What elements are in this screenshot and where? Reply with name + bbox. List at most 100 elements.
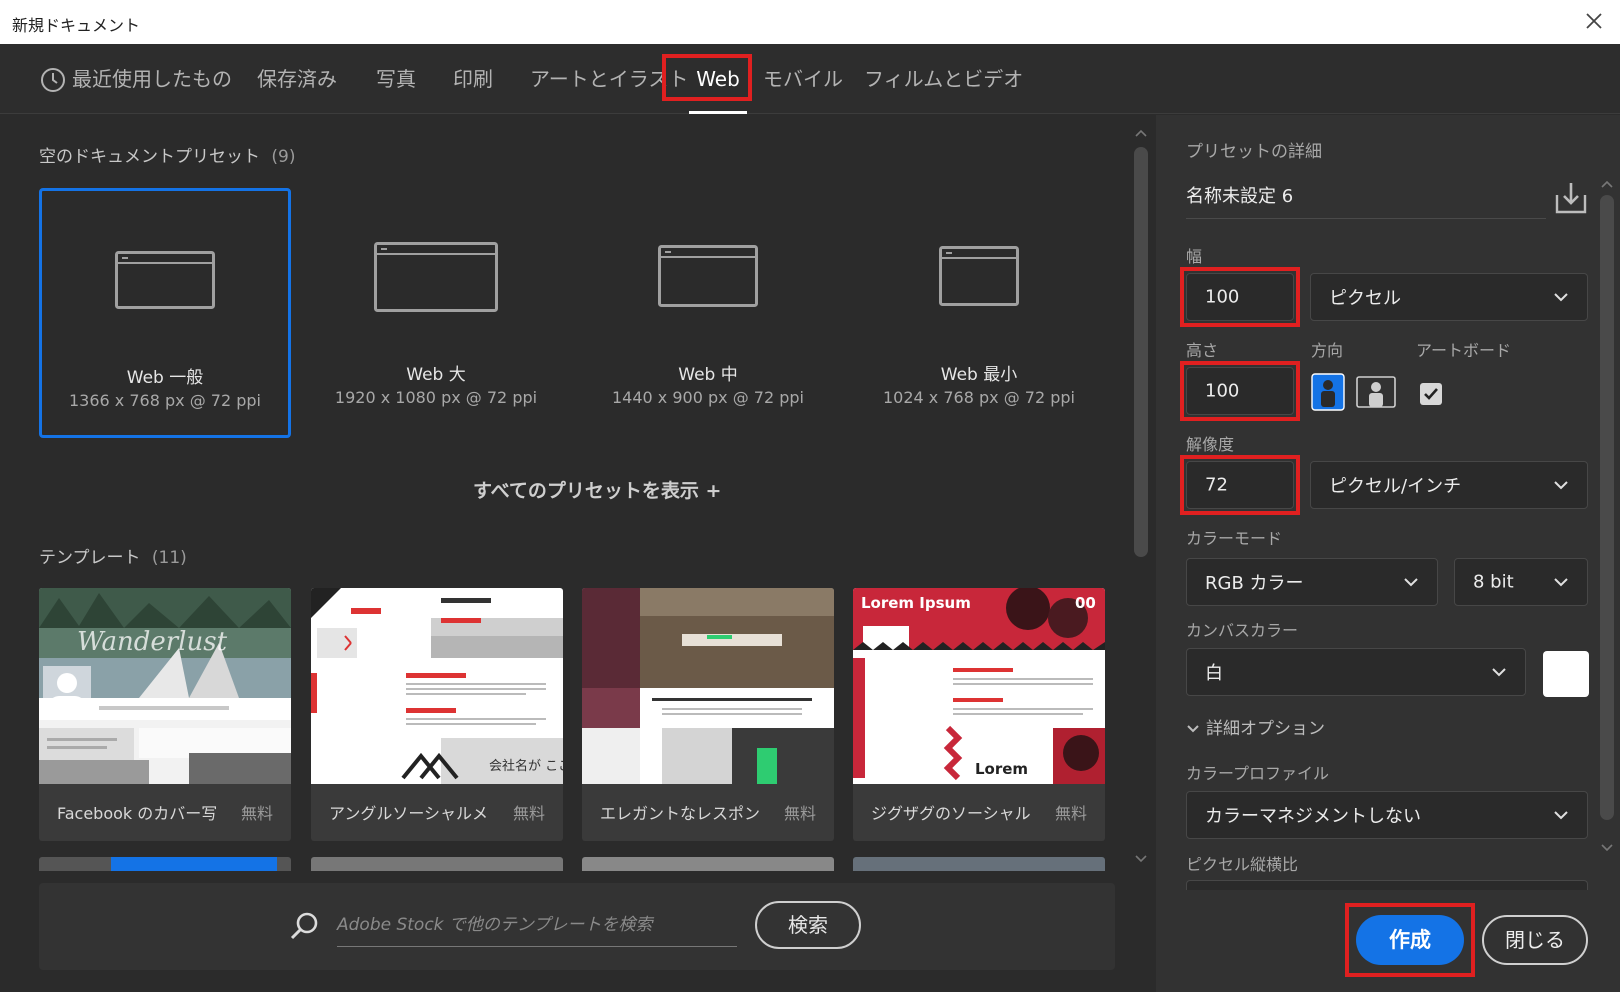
canvas-color-select[interactable]: 白 (1186, 648, 1526, 696)
width-value: 100 (1205, 286, 1240, 308)
pixel-aspect-select-partial[interactable] (1186, 880, 1588, 890)
advanced-options-toggle[interactable]: 詳細オプション (1186, 714, 1325, 739)
width-label: 幅 (1186, 247, 1203, 266)
details-heading: プリセットの詳細 (1186, 142, 1322, 162)
close-button[interactable]: 閉じる (1482, 915, 1588, 965)
color-profile-value: カラーマネジメントしない (1205, 806, 1421, 827)
bit-depth-value: 8 bit (1473, 571, 1514, 593)
template-thumbnail: 会社名が ここに (311, 588, 563, 784)
preset-web-small[interactable]: Web 最小 1024 x 768 px @ 72 ppi (853, 188, 1105, 438)
chevron-down-icon (1554, 481, 1568, 490)
chevron-down-icon (1554, 293, 1568, 302)
show-all-presets-link[interactable]: すべてのプリセットを表示 + (473, 476, 721, 503)
window-title: 新規ドキュメント (12, 16, 141, 35)
color-mode-select[interactable]: RGB カラー (1186, 558, 1438, 606)
template-thumbnail: Lorem Ipsum 00 Lorem (853, 588, 1105, 784)
scrollbar-thumb[interactable] (1134, 147, 1148, 557)
template-card-facebook[interactable]: Wanderlust Facebook のカバー写... 無料 (39, 588, 291, 841)
template-card-partial[interactable] (582, 857, 834, 871)
resolution-input[interactable]: 72 (1186, 461, 1294, 509)
preset-name: Web 中 (678, 365, 738, 385)
landscape-orientation-icon[interactable] (1356, 373, 1396, 411)
preset-dims: 1366 x 768 px @ 72 ppi (69, 391, 261, 410)
canvas-color-swatch[interactable] (1543, 651, 1589, 697)
tab-photo[interactable]: 写真 (376, 44, 416, 114)
search-icon (290, 912, 318, 940)
create-button[interactable]: 作成 (1356, 915, 1464, 965)
close-icon[interactable] (1578, 5, 1610, 37)
template-card-zigzag-social[interactable]: Lorem Ipsum 00 Lorem ジグザグのソーシャルメ... 無料 (853, 588, 1105, 841)
height-value: 100 (1205, 380, 1240, 402)
color-profile-select[interactable]: カラーマネジメントしない (1186, 791, 1588, 839)
document-icon (374, 242, 498, 312)
document-name-field[interactable]: 名称未設定 6 (1186, 175, 1546, 219)
artboard-label: アートボード (1416, 341, 1512, 360)
chevron-down-icon (1492, 668, 1506, 677)
template-price: 無料 (1054, 804, 1087, 823)
scroll-up-icon[interactable] (1131, 125, 1151, 141)
stock-search-input[interactable]: Adobe Stock で他のテンプレートを検索 (337, 909, 737, 947)
chevron-down-icon (1404, 578, 1418, 587)
width-input[interactable]: 100 (1186, 273, 1294, 321)
template-price: 無料 (783, 804, 816, 823)
template-card-partial[interactable] (853, 857, 1105, 871)
preset-dims: 1024 x 768 px @ 72 ppi (883, 388, 1075, 407)
scrollbar-thumb[interactable] (1600, 195, 1614, 820)
left-scrollbar[interactable] (1131, 123, 1151, 872)
template-card-partial[interactable] (311, 857, 563, 871)
artboard-checkbox[interactable] (1420, 383, 1442, 405)
right-scrollbar[interactable] (1598, 177, 1616, 857)
resolution-unit-select[interactable]: ピクセル/インチ (1310, 461, 1588, 509)
search-button[interactable]: 検索 (755, 901, 861, 949)
template-name: エレガントなレスポンシ... (600, 804, 760, 823)
orientation-label: 方向 (1311, 341, 1344, 360)
category-tabs: 最近使用したもの 保存済み 写真 印刷 アートとイラスト Web モバイル フィ… (0, 44, 1620, 114)
clock-icon (41, 68, 65, 92)
portrait-orientation-icon[interactable] (1311, 373, 1345, 411)
svg-text:Lorem: Lorem (975, 760, 1028, 778)
preset-dims: 1920 x 1080 px @ 72 ppi (334, 388, 538, 407)
resolution-value: 72 (1205, 474, 1228, 496)
tab-recent[interactable]: 最近使用したもの (72, 44, 232, 114)
preset-name: Web 一般 (126, 368, 204, 388)
resolution-unit-value: ピクセル/インチ (1329, 476, 1462, 497)
template-card-elegant-responsive[interactable]: エレガントなレスポンシ... 無料 (582, 588, 834, 841)
templates-heading-label: テンプレート (39, 548, 141, 568)
preset-web-general[interactable]: Web 一般 1366 x 768 px @ 72 ppi (39, 188, 291, 438)
thumb-text: 会社名が ここに (489, 758, 563, 774)
scroll-down-icon[interactable] (1131, 851, 1151, 867)
preset-name: Web 大 (406, 365, 466, 385)
advanced-options-label: 詳細オプション (1206, 719, 1325, 739)
left-panel: 空のドキュメントプリセット (9) Web 一般 1366 x 768 px @… (0, 115, 1155, 992)
tab-mobile[interactable]: モバイル (763, 44, 843, 114)
preset-name: Web 最小 (940, 365, 1018, 385)
document-icon (115, 251, 215, 309)
pixel-aspect-label: ピクセル縦横比 (1186, 855, 1299, 874)
presets-count: (9) (271, 147, 296, 167)
width-unit-select[interactable]: ピクセル (1310, 273, 1588, 321)
chevron-down-icon (1554, 578, 1568, 587)
template-card-angle-social[interactable]: 会社名が ここに アングルソーシャルメデ... 無料 (311, 588, 563, 841)
preset-details-panel: プリセットの詳細 名称未設定 6 幅 100 ピクセル 高さ 方向 アートボード… (1156, 115, 1620, 992)
template-card-partial[interactable] (39, 857, 291, 871)
canvas-color-label: カンバスカラー (1186, 621, 1299, 640)
tab-saved[interactable]: 保存済み (257, 44, 337, 114)
thumb-text: Lorem Ipsum (861, 594, 971, 612)
scroll-down-icon[interactable] (1598, 841, 1616, 855)
tab-web[interactable]: Web (663, 44, 773, 114)
template-name: ジグザグのソーシャルメ... (871, 804, 1031, 823)
color-profile-label: カラープロファイル (1186, 764, 1330, 783)
stock-search-bar: Adobe Stock で他のテンプレートを検索 検索 (39, 883, 1115, 970)
save-preset-icon[interactable] (1554, 181, 1588, 215)
partial-thumbnail (111, 857, 277, 871)
template-price: 無料 (512, 804, 545, 823)
preset-web-medium[interactable]: Web 中 1440 x 900 px @ 72 ppi (582, 188, 834, 438)
tab-film-video[interactable]: フィルムとビデオ (864, 44, 1023, 114)
templates-count: (11) (151, 548, 187, 568)
tab-print[interactable]: 印刷 (453, 44, 493, 114)
scroll-up-icon[interactable] (1598, 177, 1616, 191)
height-input[interactable]: 100 (1186, 367, 1294, 415)
preset-web-large[interactable]: Web 大 1920 x 1080 px @ 72 ppi (310, 188, 562, 438)
bit-depth-select[interactable]: 8 bit (1454, 558, 1588, 606)
width-unit-value: ピクセル (1329, 288, 1401, 309)
